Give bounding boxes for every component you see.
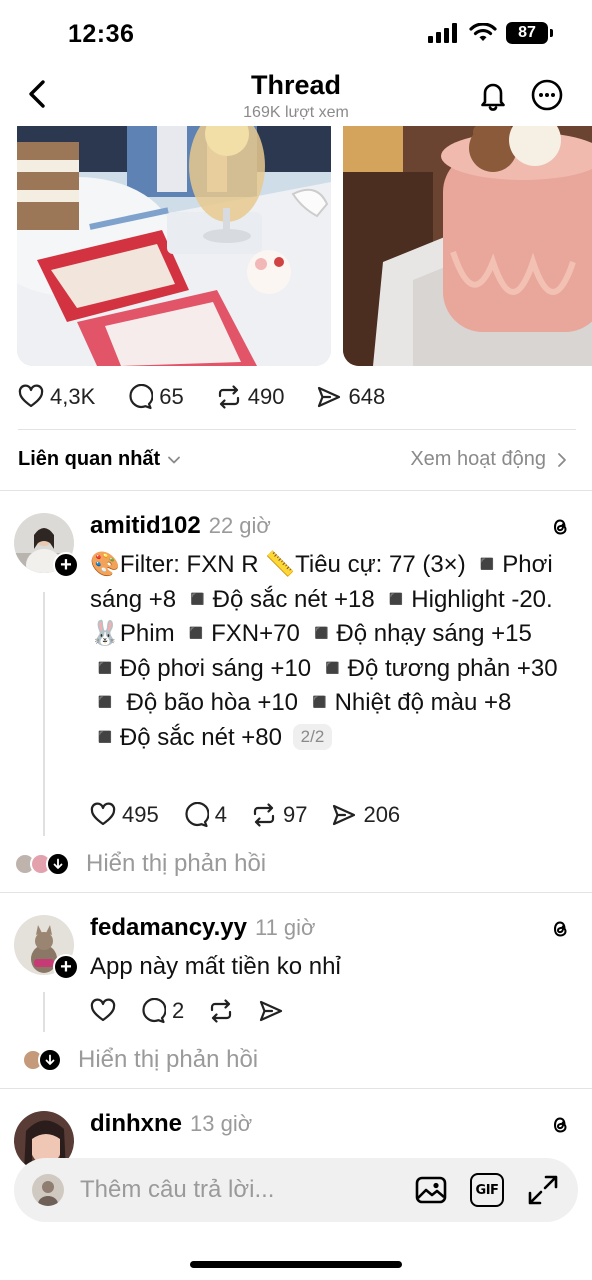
nav-header: Thread 169K lượt xem	[0, 68, 592, 126]
status-time: 12:36	[68, 20, 135, 48]
view-activity-label: Xem hoạt động	[410, 448, 546, 470]
wifi-icon	[469, 23, 497, 41]
reply-action-row: 2	[90, 998, 284, 1024]
divider	[0, 1088, 592, 1089]
bell-icon[interactable]	[476, 78, 510, 112]
repost-icon	[253, 803, 275, 827]
thread-line	[43, 992, 45, 1032]
reply-username[interactable]: fedamancy.yy 11 giờ	[90, 914, 315, 942]
comment-count: 4	[214, 802, 227, 827]
repost-count: 490	[247, 384, 285, 409]
sort-label: Liên quan nhất	[18, 448, 161, 470]
expand-icon[interactable]	[526, 1173, 560, 1207]
divider	[0, 892, 592, 893]
post-photo-cake-close-up[interactable]	[343, 126, 592, 366]
threads-logo-icon[interactable]	[548, 515, 572, 539]
repost-button[interactable]: 490	[216, 384, 285, 410]
comment-button[interactable]: 4	[183, 802, 227, 828]
repost-button[interactable]: 97	[251, 802, 307, 828]
comment-button[interactable]: 2	[140, 998, 184, 1024]
post-photo-cake-table[interactable]	[17, 126, 331, 366]
heart-icon	[90, 802, 116, 826]
repost-count: 97	[282, 802, 308, 827]
repost-icon	[211, 999, 232, 1023]
reply-username[interactable]: dinhxne 13 giờ	[90, 1110, 252, 1138]
status-bar: 12:36 87	[0, 0, 592, 68]
like-button[interactable]: 495	[90, 802, 159, 828]
divider	[18, 429, 576, 430]
comment-icon	[185, 802, 209, 828]
show-replies-label: Hiển thị phản hồi	[86, 850, 267, 877]
repost-icon	[218, 385, 239, 409]
comment-button[interactable]: 65	[127, 384, 184, 410]
heart-icon	[90, 998, 116, 1022]
reply-avatars	[22, 1048, 70, 1072]
like-count: 495	[122, 802, 159, 827]
reply-action-row: 495 4 97 206	[90, 802, 400, 828]
follow-button[interactable]: +	[53, 954, 79, 980]
threads-logo-icon[interactable]	[548, 1113, 572, 1137]
gif-button[interactable]: GIF	[470, 1173, 504, 1207]
threads-logo-icon[interactable]	[548, 917, 572, 941]
username[interactable]: fedamancy.yy	[90, 914, 247, 942]
comment-count: 2	[172, 998, 185, 1023]
reply-time: 11 giờ	[254, 915, 316, 940]
show-replies-row[interactable]: Hiển thị phản hồi	[14, 850, 266, 878]
comment-count: 65	[159, 384, 184, 409]
divider	[0, 490, 592, 491]
reply-text: 🎨Filter: FXN R 📏Tiêu cự: 77 (3×) ◾️Phơi …	[90, 548, 570, 756]
signal-icon	[428, 23, 457, 43]
repost-button[interactable]	[208, 998, 234, 1024]
share-button[interactable]	[258, 998, 284, 1024]
more-icon[interactable]	[530, 78, 564, 112]
share-button[interactable]: 206	[331, 802, 400, 828]
reply-username[interactable]: amitid102 22 giờ	[90, 512, 271, 540]
view-activity-link[interactable]: Xem hoạt động	[410, 448, 568, 471]
image-icon[interactable]	[414, 1173, 448, 1207]
reply-body: 🎨Filter: FXN R 📏Tiêu cự: 77 (3×) ◾️Phơi …	[90, 551, 558, 751]
reply-body: App này mất tiền ko nhỉ	[90, 953, 341, 980]
thread-line	[43, 592, 45, 836]
post-action-row: 4,3K 65 490 648	[18, 384, 385, 410]
post-photos	[0, 126, 592, 366]
show-replies-row[interactable]: Hiển thị phản hồi	[22, 1046, 258, 1074]
share-count: 206	[363, 802, 401, 827]
share-icon	[333, 804, 356, 826]
share-icon	[318, 386, 341, 408]
chevron-down-icon	[168, 456, 181, 463]
show-replies-label: Hiển thị phản hồi	[78, 1046, 259, 1073]
sort-dropdown[interactable]: Liên quan nhất	[18, 448, 182, 471]
arrow-down-icon	[46, 852, 70, 876]
username[interactable]: amitid102	[90, 512, 201, 540]
like-count: 4,3K	[50, 384, 96, 409]
reply-time: 22 giờ	[208, 513, 271, 538]
home-indicator	[190, 1261, 402, 1268]
heart-icon	[18, 384, 44, 408]
share-count: 648	[348, 384, 386, 409]
reply-text: App này mất tiền ko nhỉ	[90, 950, 570, 985]
page-indicator: 2/2	[292, 723, 333, 750]
username[interactable]: dinhxne	[90, 1110, 182, 1138]
chevron-right-icon	[558, 452, 566, 467]
reply-avatars	[14, 852, 78, 876]
share-icon	[260, 1000, 283, 1022]
avatar	[32, 1174, 64, 1206]
like-button[interactable]: 4,3K	[18, 384, 95, 410]
status-icons: 87	[428, 22, 553, 44]
follow-button[interactable]: +	[53, 552, 79, 578]
arrow-down-icon	[38, 1048, 62, 1072]
battery-indicator: 87	[506, 22, 553, 44]
reply-time: 13 giờ	[190, 1111, 253, 1136]
reply-composer[interactable]: Thêm câu trả lời... GIF	[14, 1158, 578, 1222]
like-button[interactable]	[90, 998, 116, 1024]
comment-icon	[142, 998, 166, 1024]
comment-icon	[129, 384, 154, 410]
share-button[interactable]: 648	[316, 384, 385, 410]
reply-input[interactable]: Thêm câu trả lời...	[80, 1176, 274, 1204]
